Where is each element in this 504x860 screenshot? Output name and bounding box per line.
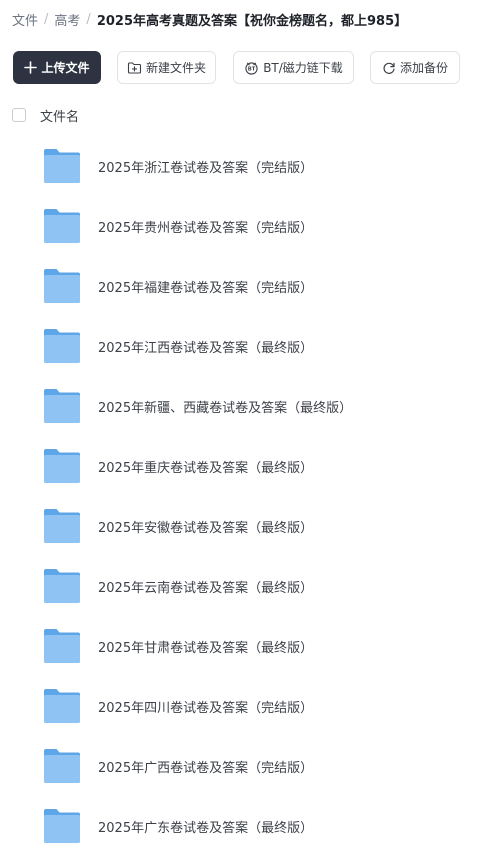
file-row[interactable]: 2025年浙江卷试卷及答案（完结版） — [0, 140, 504, 200]
folder-icon — [44, 628, 80, 664]
bt-icon: BT — [244, 61, 259, 75]
breadcrumb: 文件 / 高考 / 2025年高考真题及答案【祝你金榜题名，都上985】 — [12, 9, 407, 29]
folder-icon — [44, 388, 80, 424]
new-folder-label: 新建文件夹 — [145, 61, 206, 75]
file-name[interactable]: 2025年广西卷试卷及答案（完结版） — [98, 757, 313, 776]
file-name[interactable]: 2025年浙江卷试卷及答案（完结版） — [98, 157, 313, 176]
breadcrumb-separator: / — [86, 11, 91, 27]
folder-icon — [44, 748, 80, 784]
file-list: 2025年浙江卷试卷及答案（完结版） 2025年贵州卷试卷及答案（完结版） 2025… — [0, 140, 504, 860]
file-name[interactable]: 2025年江西卷试卷及答案（最终版） — [98, 337, 313, 356]
file-row[interactable]: 2025年甘肃卷试卷及答案（最终版） — [0, 620, 504, 680]
breadcrumb-item-gaokao[interactable]: 高考 — [54, 10, 80, 29]
folder-icon — [44, 508, 80, 544]
folder-icon — [44, 568, 80, 604]
breadcrumb-separator: / — [44, 11, 49, 27]
file-name[interactable]: 2025年福建卷试卷及答案（完结版） — [98, 277, 313, 296]
file-row[interactable]: 2025年云南卷试卷及答案（最终版） — [0, 560, 504, 620]
upload-file-button[interactable]: 上传文件 — [13, 51, 101, 84]
plus-icon — [24, 61, 38, 74]
file-name[interactable]: 2025年四川卷试卷及答案（完结版） — [98, 697, 313, 716]
file-row[interactable]: 2025年重庆卷试卷及答案（最终版） — [0, 440, 504, 500]
file-name[interactable]: 2025年贵州卷试卷及答案（完结版） — [98, 217, 313, 236]
file-name[interactable]: 2025年甘肃卷试卷及答案（最终版） — [98, 637, 313, 656]
add-backup-button[interactable]: 添加备份 — [370, 51, 460, 84]
file-name[interactable]: 2025年云南卷试卷及答案（最终版） — [98, 577, 313, 596]
folder-icon — [44, 208, 80, 244]
add-backup-label: 添加备份 — [399, 61, 448, 75]
file-name[interactable]: 2025年新疆、西藏卷试卷及答案（最终版） — [98, 397, 352, 416]
toolbar: 上传文件 新建文件夹 BT BT/磁力链下载 添加备份 — [13, 51, 460, 84]
breadcrumb-current: 2025年高考真题及答案【祝你金榜题名，都上985】 — [96, 13, 408, 29]
new-folder-icon — [127, 61, 142, 75]
folder-icon — [44, 808, 80, 844]
file-row[interactable]: 2025年广西卷试卷及答案（完结版） — [0, 740, 504, 800]
file-row[interactable]: 2025年新疆、西藏卷试卷及答案（最终版） — [0, 380, 504, 440]
select-all-checkbox[interactable] — [12, 108, 26, 122]
file-list-header: 文件名 — [12, 106, 79, 125]
folder-icon — [44, 148, 80, 184]
bt-magnet-download-label: BT/磁力链下载 — [263, 61, 343, 75]
file-row[interactable]: 2025年广东卷试卷及答案（最终版） — [0, 800, 504, 860]
file-name[interactable]: 2025年广东卷试卷及答案（最终版） — [98, 817, 313, 836]
new-folder-button[interactable]: 新建文件夹 — [117, 51, 216, 84]
svg-text:BT: BT — [248, 66, 256, 72]
file-row[interactable]: 2025年四川卷试卷及答案（完结版） — [0, 680, 504, 740]
folder-icon — [44, 268, 80, 304]
refresh-icon — [382, 61, 396, 75]
file-name[interactable]: 2025年安徽卷试卷及答案（最终版） — [98, 517, 313, 536]
file-row[interactable]: 2025年安徽卷试卷及答案（最终版） — [0, 500, 504, 560]
column-header-filename[interactable]: 文件名 — [40, 106, 79, 125]
folder-icon — [44, 328, 80, 364]
folder-icon — [44, 448, 80, 484]
breadcrumb-item-files[interactable]: 文件 — [12, 10, 38, 29]
file-row[interactable]: 2025年江西卷试卷及答案（最终版） — [0, 320, 504, 380]
file-row[interactable]: 2025年福建卷试卷及答案（完结版） — [0, 260, 504, 320]
file-row[interactable]: 2025年贵州卷试卷及答案（完结版） — [0, 200, 504, 260]
upload-file-label: 上传文件 — [41, 61, 90, 75]
file-name[interactable]: 2025年重庆卷试卷及答案（最终版） — [98, 457, 313, 476]
folder-icon — [44, 688, 80, 724]
bt-magnet-download-button[interactable]: BT BT/磁力链下载 — [233, 51, 354, 84]
